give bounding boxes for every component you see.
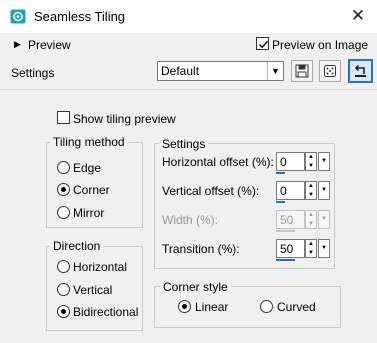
level-bar <box>276 172 285 174</box>
increment-icon[interactable]: ▲ <box>306 182 316 190</box>
preview-toggle-label[interactable]: Preview <box>28 38 71 52</box>
increment-icon: ▲ <box>308 212 314 218</box>
horizontal-radio[interactable] <box>57 260 70 273</box>
corner-style-title: Corner style <box>160 280 231 294</box>
curved-radio[interactable] <box>260 300 273 313</box>
edge-radio[interactable] <box>57 161 70 174</box>
vertical-label[interactable]: Vertical <box>73 283 112 297</box>
direction-title: Direction <box>50 239 104 253</box>
save-preset-button[interactable] <box>291 60 313 82</box>
transition-label: Transition (%): <box>162 242 240 256</box>
expand-arrow-icon[interactable]: ▶ <box>14 39 21 50</box>
preview-on-image-label[interactable]: Preview on Image <box>272 38 368 52</box>
chevron-down-icon: ▼ <box>318 210 330 229</box>
show-tiling-preview-label[interactable]: Show tiling preview <box>73 112 176 126</box>
vertical-offset-label: Vertical offset (%): <box>162 184 260 198</box>
increment-icon[interactable]: ▲ <box>306 240 316 248</box>
horizontal-offset-spinner[interactable]: 0 ▲ ▼ ▼ <box>276 152 330 174</box>
vertical-offset-input[interactable]: 0 <box>276 181 305 200</box>
paint-palette-icon <box>10 9 26 24</box>
dice-icon <box>324 65 336 77</box>
chevron-down-icon[interactable]: ▼ <box>318 181 330 200</box>
randomize-button[interactable] <box>319 60 341 82</box>
vertical-offset-spinner[interactable]: 0 ▲ ▼ ▼ <box>276 181 330 203</box>
tiling-method-title: Tiling method <box>50 135 128 149</box>
horizontal-offset-input[interactable]: 0 <box>276 152 305 171</box>
chevron-down-icon[interactable]: ▼ <box>318 239 330 258</box>
floppy-disk-icon <box>295 64 309 78</box>
transition-spinner[interactable]: 50 ▲ ▼ ▼ <box>276 239 330 261</box>
horizontal-offset-label: Horizontal offset (%): <box>162 155 274 169</box>
curved-label[interactable]: Curved <box>277 300 316 314</box>
settings-label: Settings <box>11 66 55 80</box>
width-spinner: 50 ▲ ▼ ▼ <box>276 210 330 232</box>
increment-icon[interactable]: ▲ <box>306 153 316 161</box>
linear-radio[interactable] <box>178 300 191 313</box>
preset-value: Default <box>161 64 200 78</box>
horizontal-label[interactable]: Horizontal <box>73 260 127 274</box>
width-input: 50 <box>276 210 305 229</box>
chevron-down-icon[interactable]: ▼ <box>318 152 330 171</box>
edge-label[interactable]: Edge <box>73 161 101 175</box>
preset-dropdown[interactable]: Default ▼ <box>157 61 284 81</box>
vertical-radio[interactable] <box>57 283 70 296</box>
chevron-down-icon[interactable]: ▼ <box>267 62 283 80</box>
level-bar <box>276 201 285 203</box>
window-title: Seamless Tiling <box>34 9 126 24</box>
preview-on-image-checkbox[interactable] <box>256 37 269 50</box>
decrement-icon[interactable]: ▼ <box>306 191 316 199</box>
show-tiling-preview-checkbox[interactable] <box>57 111 70 124</box>
decrement-icon[interactable]: ▼ <box>306 162 316 170</box>
close-icon[interactable]: ✕ <box>347 5 369 27</box>
mirror-label[interactable]: Mirror <box>73 206 104 220</box>
bidirectional-label[interactable]: Bidirectional <box>73 305 138 319</box>
mirror-radio[interactable] <box>57 206 70 219</box>
settings-group-title: Settings <box>159 137 209 151</box>
level-bar <box>276 259 295 261</box>
transition-input[interactable]: 50 <box>276 239 305 258</box>
reset-button[interactable] <box>348 59 373 83</box>
linear-label[interactable]: Linear <box>195 300 228 314</box>
corner-label[interactable]: Corner <box>73 183 110 197</box>
corner-radio[interactable] <box>57 183 70 196</box>
reset-arrow-icon <box>354 64 366 77</box>
width-label: Width (%): <box>162 213 219 227</box>
decrement-icon[interactable]: ▼ <box>306 249 316 257</box>
level-bar <box>276 230 295 232</box>
decrement-icon: ▼ <box>308 221 314 227</box>
bidirectional-radio[interactable] <box>57 305 70 318</box>
